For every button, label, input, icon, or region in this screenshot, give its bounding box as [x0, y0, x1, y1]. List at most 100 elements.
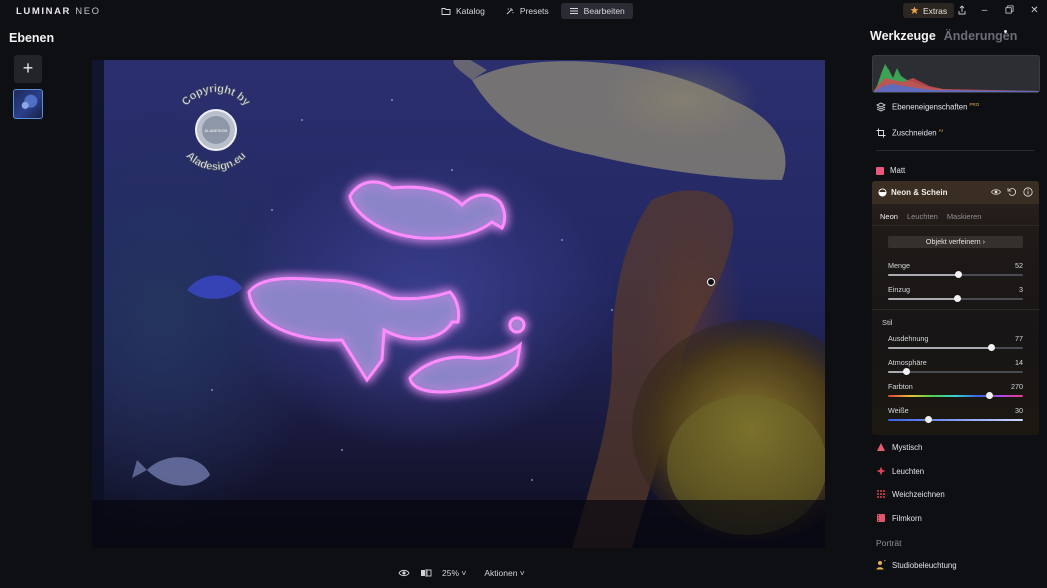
neon-header-actions — [991, 187, 1033, 197]
svg-text:Copyright by: Copyright by — [180, 83, 253, 109]
slider-knob[interactable] — [954, 295, 962, 302]
extras-label: Extras — [923, 5, 948, 16]
sliders-icon — [569, 8, 578, 14]
catalog-button[interactable]: Katalog — [433, 3, 493, 19]
slider-label: Menge — [888, 261, 910, 270]
slider-knob[interactable] — [988, 344, 996, 351]
extras-star-icon — [910, 6, 919, 15]
subtab-mask[interactable]: Maskieren — [947, 212, 982, 221]
histogram-graph — [873, 64, 1039, 92]
app-logo: LUMINAR NEO — [16, 6, 101, 17]
neon-glow-panel: Neon & Schein Neon Leuchten Maskieren Ob… — [872, 181, 1039, 435]
chevron-down-icon: ˅ — [517, 568, 525, 578]
neon-glow-header[interactable]: Neon & Schein — [872, 181, 1039, 204]
compare-icon[interactable] — [420, 568, 432, 578]
film-icon — [877, 514, 885, 522]
slider-label: Farbton — [888, 382, 913, 391]
slider-value: 3 — [1019, 285, 1023, 294]
film-grain-tool[interactable]: Filmkorn — [876, 513, 922, 523]
tab-tools[interactable]: Werkzeuge — [870, 29, 936, 43]
refine-object-button[interactable]: Objekt verfeinern › — [888, 236, 1023, 248]
slider-track — [888, 271, 1023, 278]
slider-knob[interactable] — [985, 392, 993, 399]
layers-title: Ebenen — [9, 31, 55, 45]
studio-light-tool[interactable]: Studiobeleuchtung — [876, 560, 957, 570]
slider-value: 77 — [1015, 334, 1023, 343]
slider-inset[interactable]: Einzug 3 — [888, 285, 1023, 305]
blur-icon — [877, 490, 885, 498]
slider-fill — [888, 274, 959, 276]
extras-button[interactable]: Extras — [903, 3, 955, 18]
section-divider — [872, 309, 1039, 310]
catalog-label: Katalog — [456, 6, 485, 16]
layer-properties-tool[interactable]: Ebeneneigenschaften PRO — [876, 102, 979, 112]
image-canvas[interactable]: ALADESIGN Copyright by Aladesign.eu — [92, 60, 825, 548]
matte-tool[interactable]: Matt — [876, 166, 905, 175]
slider-fill — [888, 347, 992, 349]
edit-label: Bearbeiten — [583, 6, 625, 16]
svg-text:ALADESIGN: ALADESIGN — [205, 128, 228, 133]
actions-dropdown[interactable]: Aktionen ˅ — [484, 568, 524, 578]
svg-text:Aladesign.eu: Aladesign.eu — [184, 150, 249, 173]
mystic-icon — [877, 443, 885, 451]
style-section-label: Stil — [882, 318, 893, 327]
top-navigation: Katalog Presets Bearbeiten — [433, 3, 633, 19]
slider-whites[interactable]: Weiße 30 — [888, 406, 1023, 426]
subtab-neon[interactable]: Neon — [880, 212, 898, 221]
slider-track — [888, 416, 1023, 423]
crop-tool[interactable]: Zuschneiden AI — [876, 128, 943, 138]
chevron-right-icon: › — [982, 237, 986, 246]
changes-indicator-dot — [1004, 30, 1007, 33]
info-icon[interactable] — [1023, 187, 1033, 197]
panel-tabs: Werkzeuge Änderungen — [870, 29, 1017, 43]
brush-cursor — [707, 278, 715, 286]
matte-icon — [876, 166, 884, 175]
glow-tool[interactable]: Leuchten — [876, 466, 924, 476]
blur-tool[interactable]: Weichzeichnen — [876, 489, 945, 499]
sparkle-icon — [506, 8, 514, 15]
subtab-glow[interactable]: Leuchten — [907, 212, 938, 221]
neon-subtabs: Neon Leuchten Maskieren — [880, 212, 981, 221]
presets-label: Presets — [519, 6, 549, 16]
neon-tool-icon — [878, 188, 887, 197]
eye-icon[interactable] — [991, 187, 1001, 197]
slider-amount[interactable]: Menge 52 — [888, 261, 1023, 281]
slider-atmosphere[interactable]: Atmosphäre 14 — [888, 358, 1023, 378]
panel-divider — [876, 150, 1034, 151]
slider-knob[interactable] — [903, 368, 911, 375]
glow-star-icon — [876, 466, 886, 476]
slider-fill — [888, 298, 958, 300]
slider-track — [888, 392, 1023, 399]
portrait-light-icon — [876, 560, 886, 570]
edit-button[interactable]: Bearbeiten — [560, 3, 633, 19]
portrait-section-label: Porträt — [876, 538, 902, 548]
slider-hue[interactable]: Farbton 270 — [888, 382, 1023, 402]
presets-button[interactable]: Presets — [497, 3, 557, 19]
share-icon[interactable] — [956, 5, 967, 16]
slider-value: 14 — [1015, 358, 1023, 367]
folder-icon — [441, 8, 451, 15]
slider-track — [888, 295, 1023, 302]
slider-knob[interactable] — [925, 416, 932, 423]
section-divider — [872, 225, 1039, 226]
slider-label: Einzug — [888, 285, 910, 294]
reset-icon[interactable] — [1007, 187, 1017, 197]
add-layer-button[interactable]: + — [14, 55, 42, 83]
mystic-tool[interactable]: Mystisch — [876, 442, 922, 452]
right-panel: Werkzeuge Änderungen Ebeneneigenschaften… — [866, 22, 1047, 588]
eye-icon[interactable] — [398, 568, 410, 578]
slider-expansion[interactable]: Ausdehnung 77 — [888, 334, 1023, 354]
bottom-toolbar: 25% ˅ Aktionen ˅ — [398, 566, 525, 580]
slider-label: Weiße — [888, 406, 909, 415]
slider-value: 52 — [1015, 261, 1023, 270]
copyright-watermark: ALADESIGN Copyright by Aladesign.eu — [179, 83, 253, 174]
minimize-icon[interactable]: – — [979, 5, 990, 16]
layers-icon — [876, 102, 886, 112]
close-icon[interactable]: ✕ — [1029, 5, 1040, 16]
layer-thumbnail[interactable] — [13, 89, 43, 119]
slider-knob[interactable] — [954, 271, 962, 278]
restore-icon[interactable] — [1004, 5, 1015, 16]
zoom-dropdown[interactable]: 25% ˅ — [442, 568, 466, 578]
slider-track — [888, 368, 1023, 375]
plus-icon: + — [22, 58, 34, 78]
